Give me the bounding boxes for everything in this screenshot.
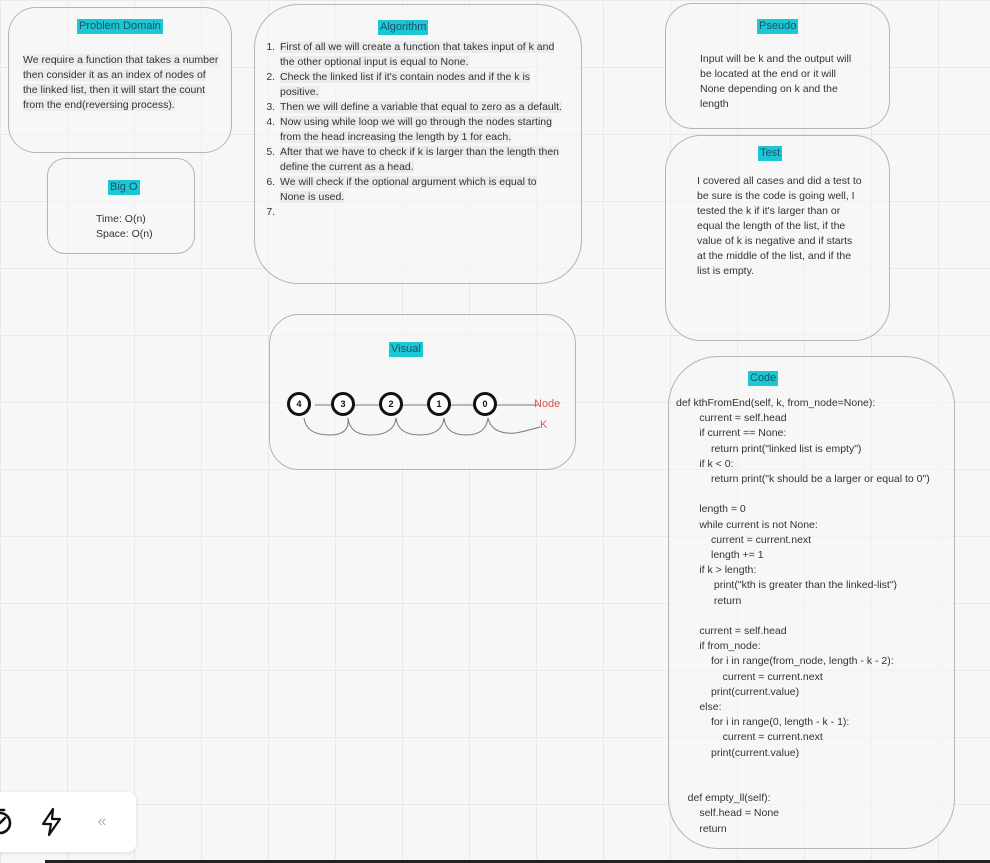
code-title: Code xyxy=(748,371,779,386)
code-line: return print("k should be a larger or eq… xyxy=(676,473,930,486)
list-node: 0 xyxy=(473,392,497,416)
bottom-toolbar: « xyxy=(0,792,136,852)
code-line: length = 0 xyxy=(676,503,746,516)
big-o-card[interactable]: Big O Time: O(n) Space: O(n) xyxy=(47,158,195,254)
problem-domain-card[interactable]: Problem Domain We require a function tha… xyxy=(8,7,232,153)
code-line: current = current.next xyxy=(676,731,823,744)
code-line: current = current.next xyxy=(676,533,812,546)
code-line: for i in range(0, length - k - 1): xyxy=(676,716,850,729)
list-node: 3 xyxy=(331,392,355,416)
list-node: 1 xyxy=(427,392,451,416)
code-line: for i in range(from_node, length - k - 2… xyxy=(676,655,894,668)
algorithm-step: Check the linked list if it's contain no… xyxy=(278,70,563,100)
code-line: if k < 0: xyxy=(676,457,734,470)
k-label: K xyxy=(540,419,548,431)
code-line: return xyxy=(676,822,727,835)
code-line: def kthFromEnd(self, k, from_node=None): xyxy=(676,397,876,409)
code-line: return xyxy=(676,594,742,607)
algorithm-step: Now using while loop we will go through … xyxy=(278,115,563,145)
algorithm-step xyxy=(278,205,563,220)
big-o-time: Time: O(n) xyxy=(96,213,146,225)
algorithm-title: Algorithm xyxy=(378,20,429,35)
pseudo-title: Pseudo xyxy=(757,19,799,34)
code-line: print(current.value) xyxy=(676,746,800,759)
list-node: 2 xyxy=(379,392,403,416)
algorithm-step: We will check if the optional argument w… xyxy=(278,175,563,205)
code-line: if current == None: xyxy=(676,427,787,440)
code-line: return print("linked list is empty") xyxy=(676,442,862,455)
code-line: print(current.value) xyxy=(676,685,800,698)
problem-domain-text: We require a function that takes a numbe… xyxy=(23,54,219,111)
algorithm-steps: First of all we will create a function t… xyxy=(263,40,563,220)
code-line: current = self.head xyxy=(676,412,787,425)
algorithm-step: First of all we will create a function t… xyxy=(278,40,563,70)
algorithm-card[interactable]: Algorithm First of all we will create a … xyxy=(254,4,582,284)
code-line: while current is not None: xyxy=(676,518,818,531)
code-line: print("kth is greater than the linked-li… xyxy=(676,579,898,592)
test-text: I covered all cases and did a test to be… xyxy=(697,175,862,277)
linked-list-diagram xyxy=(303,404,541,436)
code-line: current = current.next xyxy=(676,670,823,683)
code-line: if from_node: xyxy=(676,640,761,653)
problem-domain-title: Problem Domain xyxy=(77,19,163,34)
big-o-space: Space: O(n) xyxy=(96,228,153,240)
timer-icon[interactable] xyxy=(0,807,16,837)
code-line: length += 1 xyxy=(676,549,764,562)
big-o-title: Big O xyxy=(108,180,140,195)
code-line: def empty_ll(self): xyxy=(676,792,771,805)
test-card[interactable]: Test I covered all cases and did a test … xyxy=(665,135,890,341)
test-title: Test xyxy=(758,146,783,161)
code-line: current = self.head xyxy=(676,625,787,638)
node-label: Node xyxy=(534,398,561,410)
code-line: if k > length: xyxy=(676,564,757,577)
visual-card[interactable]: Visual 43210 Node K xyxy=(269,314,576,470)
lightning-icon[interactable] xyxy=(40,807,64,837)
algorithm-step: Then we will define a variable that equa… xyxy=(278,100,563,115)
list-node: 4 xyxy=(287,392,311,416)
pseudo-text: Input will be k and the output will be l… xyxy=(700,53,852,110)
pseudo-card[interactable]: Pseudo Input will be k and the output wi… xyxy=(665,3,890,129)
collapse-toolbar-button[interactable]: « xyxy=(90,810,114,834)
code-line: else: xyxy=(676,701,722,714)
code-line: self.head = None xyxy=(676,807,780,820)
code-block: def kthFromEnd(self, k, from_node=None):… xyxy=(676,396,930,837)
algorithm-step: After that we have to check if k is larg… xyxy=(278,145,563,175)
chevrons-left-icon: « xyxy=(97,813,107,830)
